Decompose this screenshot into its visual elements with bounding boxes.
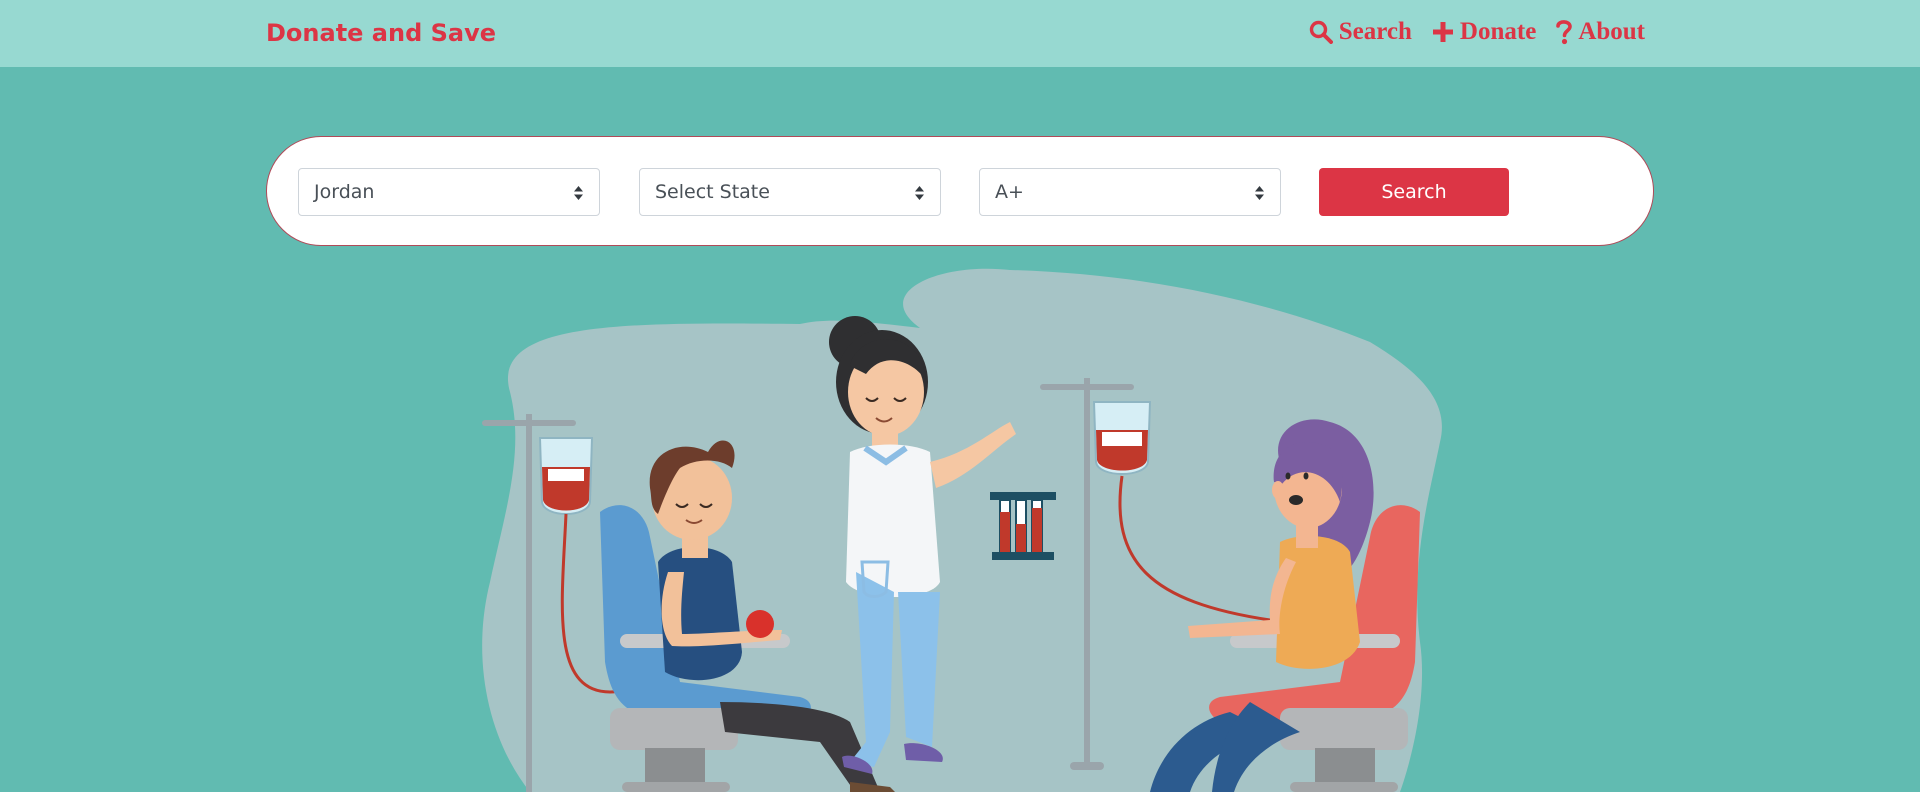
search-icon	[1309, 20, 1333, 44]
nav-links: Search Donate About	[1309, 14, 1645, 50]
blood-type-select[interactable]: A+	[979, 168, 1281, 216]
state-select[interactable]: Select State	[639, 168, 941, 216]
nav-link-about[interactable]: About	[1556, 14, 1645, 50]
plus-icon	[1432, 22, 1453, 42]
brand-logo-link[interactable]: Donate and Save	[266, 16, 496, 50]
search-form-card: Jordan Select State A+ Search	[266, 136, 1654, 246]
search-button[interactable]: Search	[1319, 168, 1509, 216]
top-navbar: Donate and Save Search Donate About	[0, 0, 1920, 67]
nav-link-donate[interactable]: Donate	[1432, 14, 1536, 50]
select-arrows-icon	[574, 186, 583, 200]
country-select-value: Jordan	[314, 181, 375, 203]
nav-link-search[interactable]: Search	[1309, 14, 1412, 50]
nav-link-about-label: About	[1578, 18, 1645, 45]
country-select[interactable]: Jordan	[298, 168, 600, 216]
select-arrows-icon	[915, 186, 924, 200]
nav-link-search-label: Search	[1338, 18, 1412, 45]
question-icon	[1556, 20, 1573, 45]
select-arrows-icon	[1255, 186, 1264, 200]
blood-type-select-value: A+	[995, 181, 1024, 203]
blood-donation-illustration	[482, 268, 1442, 792]
nav-link-donate-label: Donate	[1459, 18, 1537, 45]
state-select-value: Select State	[655, 181, 770, 203]
